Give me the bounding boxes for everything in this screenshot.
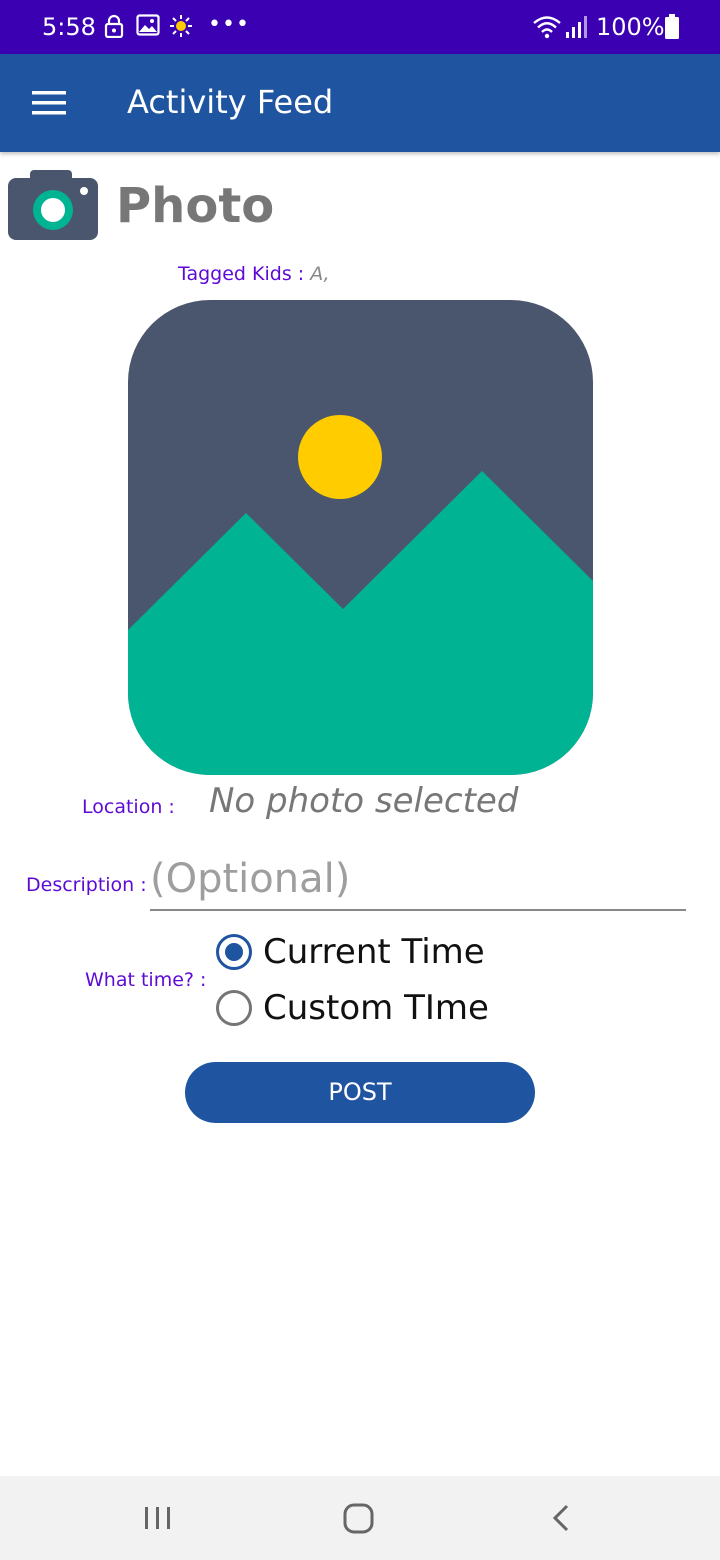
app-bar: Activity Feed: [0, 54, 720, 152]
description-label: Description :: [26, 874, 147, 896]
home-button[interactable]: [329, 1498, 389, 1538]
location-value: No photo selected: [209, 781, 519, 821]
back-button[interactable]: [531, 1498, 591, 1538]
radio-checked-icon: [216, 934, 252, 970]
system-nav-bar: [0, 1476, 720, 1560]
radio-dot: [225, 943, 243, 961]
app-title: Activity Feed: [127, 83, 334, 121]
status-overflow-icon: •••: [208, 12, 250, 37]
post-button[interactable]: POST: [185, 1062, 535, 1123]
radio-current-time-label: Current Time: [263, 932, 485, 972]
lock-icon: [104, 14, 124, 38]
radio-custom-time[interactable]: Custom TIme: [216, 986, 489, 1030]
radio-current-time[interactable]: Current Time: [216, 930, 485, 974]
tagged-kids-label: Tagged Kids :: [178, 263, 311, 285]
menu-button[interactable]: [22, 83, 76, 123]
battery-icon: [665, 14, 679, 39]
description-input[interactable]: [150, 849, 686, 911]
recent-apps-icon: [145, 1507, 170, 1529]
hamburger-menu-icon: [32, 91, 66, 115]
image-placeholder-icon[interactable]: [128, 300, 593, 775]
image-icon: [136, 14, 160, 36]
camera-icon: [8, 170, 98, 240]
home-icon: [343, 1503, 374, 1534]
status-bar: 5:58 ••• 100%: [0, 0, 720, 54]
wifi-icon: [533, 16, 561, 39]
status-time: 5:58: [42, 13, 96, 41]
tagged-kids-row[interactable]: Tagged Kids : A,: [178, 262, 330, 286]
radio-custom-time-label: Custom TIme: [263, 988, 489, 1028]
page-title: Photo: [116, 178, 275, 234]
radio-unchecked-icon: [216, 990, 252, 1026]
signal-icon: [566, 16, 587, 38]
brightness-icon: [170, 15, 192, 37]
what-time-label: What time? :: [85, 969, 207, 991]
location-label: Location :: [82, 796, 175, 818]
battery-percent: 100%: [596, 13, 665, 41]
tagged-kids-value: A,: [310, 263, 330, 285]
back-icon: [552, 1504, 569, 1532]
recent-apps-button[interactable]: [127, 1498, 187, 1538]
